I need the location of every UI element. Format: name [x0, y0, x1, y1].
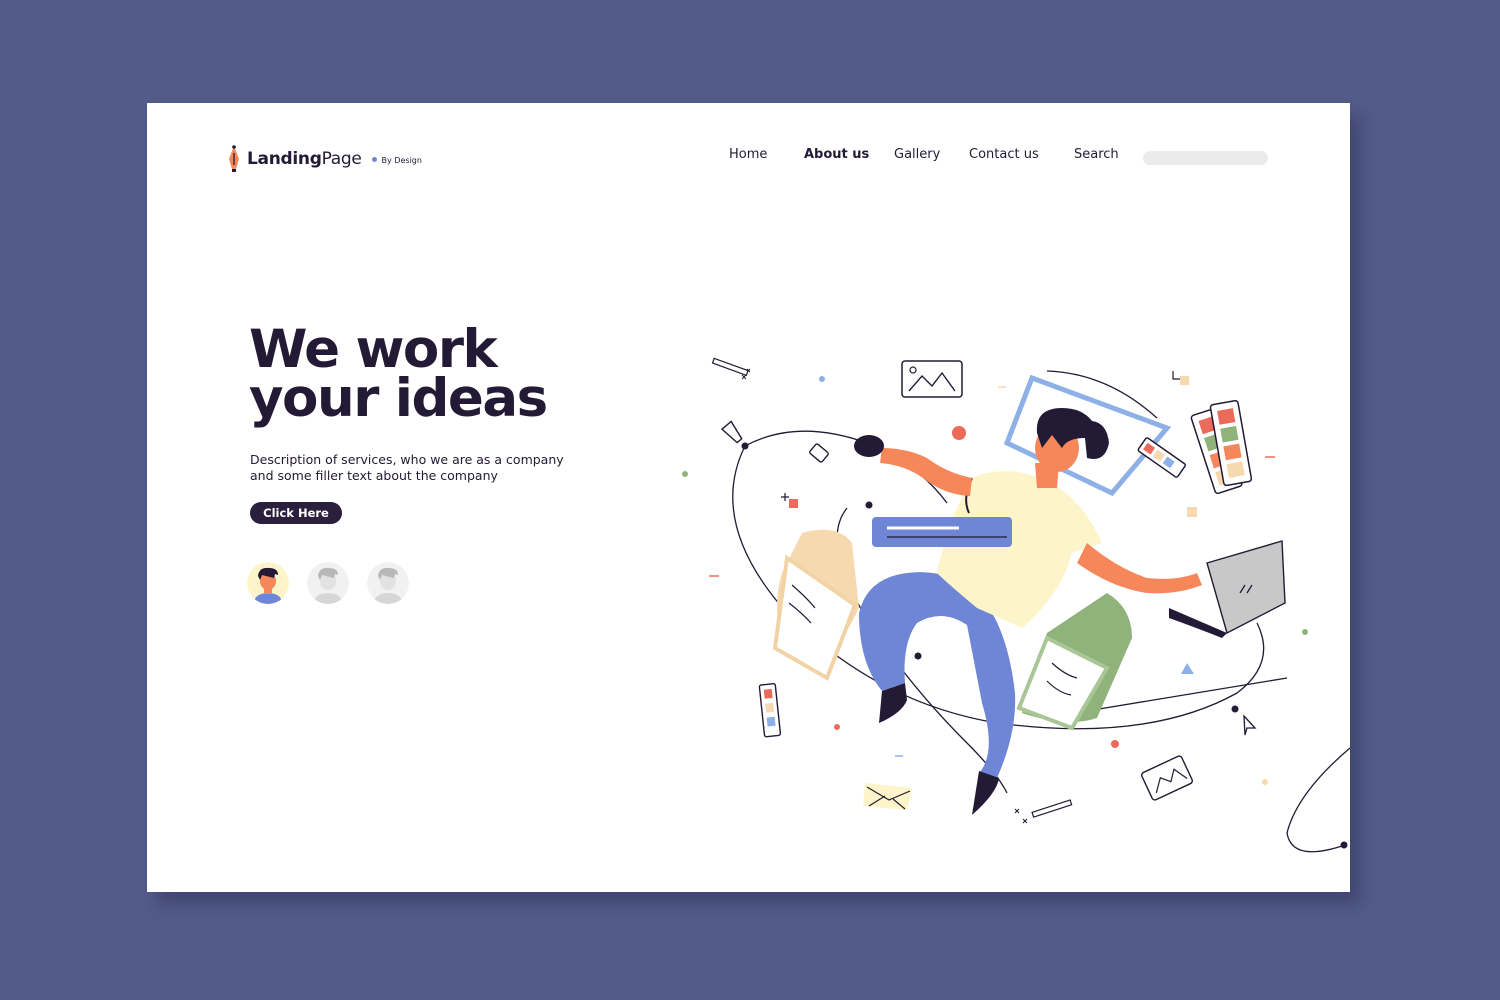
pencil-icon: [1031, 799, 1073, 818]
image-card-icon: [1141, 755, 1193, 801]
floating-search-bar: [872, 517, 1012, 547]
designer-character: [854, 408, 1202, 815]
pencil-icon: [711, 357, 749, 377]
image-frame-icon: [901, 360, 963, 398]
eraser-icon: [809, 443, 829, 463]
pen-tool-icon: [720, 420, 743, 444]
color-swatch-cards: [1137, 399, 1253, 495]
envelope-icon: [863, 783, 912, 810]
landing-page-mockup: LandingPage By Design Home About us Gall…: [147, 103, 1350, 892]
paper-sheets: [772, 529, 859, 681]
multitasking-designer-illustration: [682, 357, 1350, 853]
cursor-icon: [1243, 714, 1257, 736]
color-strip: [758, 683, 782, 738]
